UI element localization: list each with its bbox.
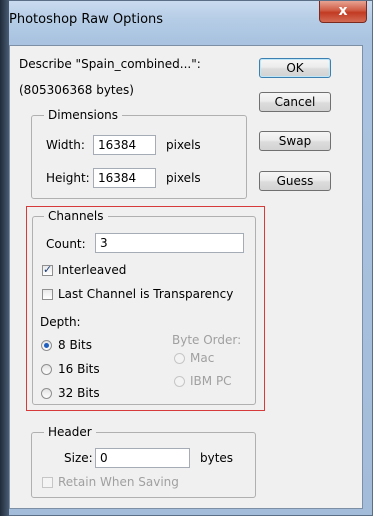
- depth-label: Depth:: [40, 315, 81, 329]
- guess-button[interactable]: Guess: [259, 171, 331, 191]
- width-unit: pixels: [166, 138, 201, 152]
- depth-16bit-label: 16 Bits: [58, 362, 100, 376]
- depth-32bit-label: 32 Bits: [58, 386, 100, 400]
- ok-button[interactable]: OK: [259, 58, 331, 78]
- depth-8bit-label: 8 Bits: [58, 338, 92, 352]
- height-unit: pixels: [166, 171, 201, 185]
- count-field[interactable]: 3: [95, 233, 244, 253]
- height-label: Height:: [46, 171, 90, 185]
- window-title: Photoshop Raw Options: [9, 12, 164, 27]
- describe-label: Describe "Spain_combined...":: [19, 57, 201, 71]
- byte-order-ibmpc-radio[interactable]: [174, 376, 185, 387]
- retain-label: Retain When Saving: [58, 475, 179, 489]
- size-field[interactable]: 0: [95, 448, 190, 468]
- width-label: Width:: [46, 138, 85, 152]
- header-legend: Header: [44, 425, 96, 439]
- width-field[interactable]: 16384: [93, 135, 156, 155]
- dimensions-legend: Dimensions: [44, 108, 123, 122]
- count-label: Count:: [46, 237, 86, 251]
- close-button[interactable]: x: [319, 1, 367, 23]
- file-size-label: (805306368 bytes): [19, 83, 134, 97]
- depth-32bit-radio[interactable]: [41, 388, 52, 399]
- depth-8bit-radio[interactable]: [41, 340, 52, 351]
- byte-order-mac-radio[interactable]: [174, 353, 185, 364]
- interleaved-label: Interleaved: [58, 263, 127, 277]
- interleaved-checkbox[interactable]: [42, 263, 53, 276]
- byte-order-label: Byte Order:: [172, 333, 242, 347]
- size-unit: bytes: [200, 451, 234, 465]
- retain-checkbox[interactable]: [42, 477, 53, 488]
- depth-16bit-radio[interactable]: [41, 364, 52, 375]
- cancel-button[interactable]: Cancel: [259, 92, 331, 112]
- last-channel-checkbox[interactable]: [42, 289, 53, 300]
- swap-button[interactable]: Swap: [259, 131, 331, 151]
- background-shadow: [0, 0, 9, 516]
- last-channel-label: Last Channel is Transparency: [58, 287, 234, 301]
- size-label: Size:: [64, 451, 93, 465]
- byte-order-mac-label: Mac: [190, 351, 215, 365]
- byte-order-ibmpc-label: IBM PC: [190, 374, 232, 388]
- height-field[interactable]: 16384: [93, 168, 156, 188]
- channels-legend: Channels: [44, 209, 108, 223]
